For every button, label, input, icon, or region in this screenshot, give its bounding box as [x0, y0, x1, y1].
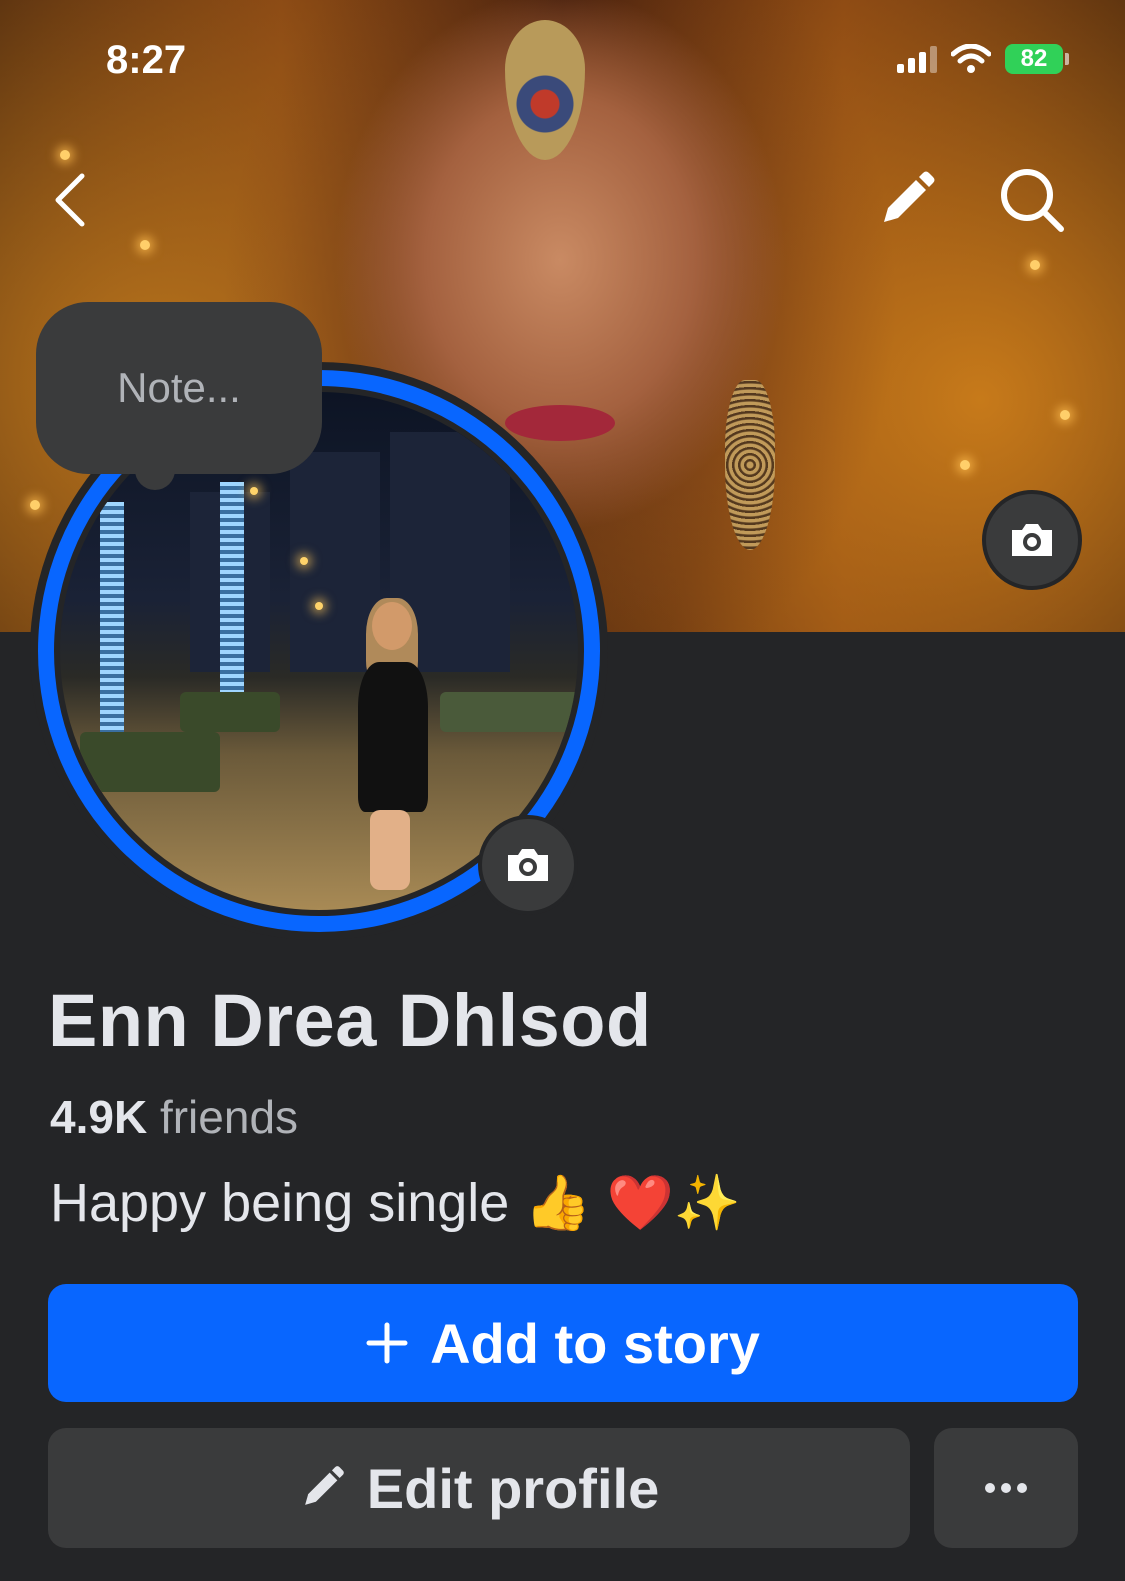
avatar-hedge	[440, 692, 578, 732]
profile-name: Enn Drea Dhlsod	[48, 979, 652, 1062]
back-button[interactable]	[30, 160, 110, 240]
cover-camera-button[interactable]	[982, 490, 1082, 590]
friends-label: friends	[159, 1091, 299, 1143]
avatar-street-light	[315, 602, 323, 610]
cover-sparkle	[140, 240, 150, 250]
signal-icon	[897, 45, 937, 73]
camera-icon	[1012, 524, 1052, 556]
avatar-lit-tree	[100, 502, 124, 752]
avatar-lit-tree	[220, 482, 244, 702]
cover-earring	[725, 380, 775, 550]
add-to-story-button[interactable]: Add to story	[48, 1284, 1078, 1402]
battery-charging-icon: 82	[1005, 44, 1069, 74]
pencil-icon	[884, 171, 935, 222]
back-arrow-icon	[55, 173, 85, 227]
avatar-street-light	[250, 487, 258, 495]
avatar-street-light	[300, 557, 308, 565]
status-time: 8:27	[106, 38, 187, 82]
friends-number: 4.9K	[50, 1091, 148, 1143]
camera-icon	[508, 849, 548, 881]
edit-profile-label: Edit profile	[366, 1456, 660, 1520]
cover-sparkle	[60, 150, 70, 160]
friends-count[interactable]: 4.9K friends	[50, 1090, 298, 1144]
cover-forehead-jewel	[505, 20, 585, 160]
avatar-person	[352, 598, 432, 892]
status-icons: 82	[897, 44, 1069, 74]
note-bubble[interactable]: Note...	[36, 302, 322, 474]
add-to-story-label: Add to story	[430, 1311, 760, 1375]
cover-sparkle	[30, 500, 40, 510]
more-dots-icon	[985, 1483, 1027, 1493]
avatar-hedge	[80, 732, 220, 792]
search-button[interactable]	[992, 160, 1072, 240]
cover-lips	[505, 405, 615, 441]
profile-bio: Happy being single 👍 ❤️✨	[50, 1173, 742, 1233]
avatar-camera-button[interactable]	[478, 815, 578, 915]
battery-level: 82	[1020, 45, 1048, 72]
more-options-button[interactable]	[934, 1428, 1078, 1548]
pencil-icon	[304, 1466, 344, 1505]
edit-profile-button[interactable]: Edit profile	[48, 1428, 910, 1548]
avatar-hedge	[180, 692, 280, 732]
search-icon	[1001, 169, 1064, 232]
edit-cover-button[interactable]	[866, 160, 946, 240]
cover-sparkle	[960, 460, 970, 470]
plus-icon	[366, 1322, 408, 1364]
note-placeholder: Note...	[117, 364, 241, 411]
cover-sparkle	[1030, 260, 1040, 270]
wifi-icon	[951, 44, 991, 73]
cover-sparkle	[1060, 410, 1070, 420]
